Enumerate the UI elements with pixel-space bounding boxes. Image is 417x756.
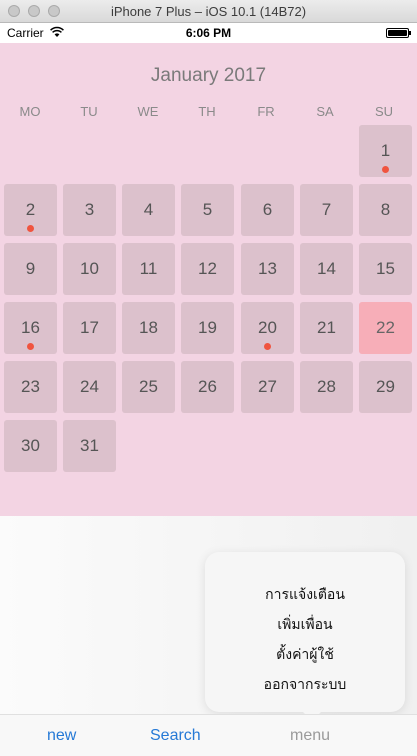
day-number: 28 [317, 377, 336, 396]
weekday-label: SU [374, 104, 394, 119]
day-number: 14 [317, 259, 336, 278]
calendar-day[interactable]: 6 [241, 184, 294, 236]
calendar-day[interactable]: 21 [300, 302, 353, 354]
calendar-day[interactable]: 17 [63, 302, 116, 354]
day-number: 16 [21, 318, 40, 337]
calendar-day[interactable]: 19 [181, 302, 234, 354]
status-bar: Carrier 6:06 PM [0, 23, 417, 43]
calendar-day-selected[interactable]: 22 [359, 302, 412, 354]
calendar-day[interactable]: 23 [4, 361, 57, 413]
day-number: 18 [139, 318, 158, 337]
weekday-label: MO [19, 104, 41, 119]
day-number: 19 [198, 318, 217, 337]
weekday-label: TU [80, 104, 98, 119]
tab-bar: new Search menu [0, 714, 417, 756]
day-number: 12 [198, 259, 217, 278]
calendar-day[interactable]: 15 [359, 243, 412, 295]
day-number: 10 [80, 259, 99, 278]
tab-menu[interactable]: menu [290, 727, 330, 745]
battery-icon [386, 28, 411, 38]
day-number: 29 [376, 377, 395, 396]
calendar-day[interactable]: 7 [300, 184, 353, 236]
weekday-label: TH [198, 104, 216, 119]
day-number: 26 [198, 377, 217, 396]
day-number: 3 [84, 200, 95, 219]
event-dot [26, 225, 34, 232]
calendar-day[interactable]: 8 [359, 184, 412, 236]
calendar-day[interactable]: 3 [63, 184, 116, 236]
status-time: 6:06 PM [185, 26, 232, 40]
calendar-day[interactable]: 13 [241, 243, 294, 295]
calendar-day[interactable]: 18 [122, 302, 175, 354]
day-number: 8 [380, 200, 391, 219]
calendar-day[interactable]: 4 [122, 184, 175, 236]
window-title: iPhone 7 Plus – iOS 10.1 (14B72) [110, 4, 307, 19]
day-number: 24 [80, 377, 99, 396]
menu-item-user-settings[interactable]: ตั้งค่าผู้ใช้ [205, 639, 405, 669]
calendar-day[interactable]: 27 [241, 361, 294, 413]
calendar-day[interactable]: 16 [4, 302, 57, 354]
calendar-day[interactable]: 5 [181, 184, 234, 236]
weekday-label: SA [316, 104, 334, 119]
menu-popover: การแจ้งเตือน เพิ่มเพื่อน ตั้งค่าผู้ใช้ อ… [205, 552, 405, 712]
calendar-day[interactable]: 1 [359, 125, 412, 177]
event-dot [26, 343, 34, 350]
calendar-day[interactable]: 10 [63, 243, 116, 295]
calendar-day[interactable]: 24 [63, 361, 116, 413]
day-number: 13 [258, 259, 277, 278]
day-number: 21 [317, 318, 336, 337]
weekday-label: FR [257, 104, 275, 119]
weekday-label: WE [137, 104, 159, 119]
calendar-day[interactable]: 28 [300, 361, 353, 413]
day-number: 5 [202, 200, 213, 219]
menu-item-logout[interactable]: ออกจากระบบ [205, 669, 405, 699]
day-number: 20 [258, 318, 277, 337]
day-number: 2 [25, 200, 36, 219]
tab-new[interactable]: new [47, 727, 76, 745]
calendar-day[interactable]: 29 [359, 361, 412, 413]
day-number: 31 [80, 436, 99, 455]
calendar-day[interactable]: 14 [300, 243, 353, 295]
calendar-day[interactable]: 25 [122, 361, 175, 413]
tab-search[interactable]: Search [150, 727, 201, 745]
day-number: 7 [321, 200, 332, 219]
calendar-day[interactable]: 20 [241, 302, 294, 354]
calendar-day[interactable]: 9 [4, 243, 57, 295]
simulator-title-bar: iPhone 7 Plus – iOS 10.1 (14B72) [0, 0, 417, 23]
calendar-day[interactable]: 30 [4, 420, 57, 472]
calendar-day[interactable]: 26 [181, 361, 234, 413]
calendar-view: January 2017 MO TU WE TH FR SA SU 1 2 3 … [0, 43, 417, 516]
day-number: 6 [262, 200, 273, 219]
day-number: 22 [376, 318, 395, 337]
menu-item-add-friend[interactable]: เพิ่มเพื่อน [205, 609, 405, 639]
event-dot [263, 343, 271, 350]
menu-item-notifications[interactable]: การแจ้งเตือน [205, 579, 405, 609]
event-dot [381, 166, 389, 173]
day-number: 25 [139, 377, 158, 396]
day-number: 30 [21, 436, 40, 455]
calendar-day[interactable]: 12 [181, 243, 234, 295]
day-number: 17 [80, 318, 99, 337]
day-number: 11 [139, 259, 158, 278]
calendar-day[interactable]: 11 [122, 243, 175, 295]
day-number: 15 [376, 259, 395, 278]
calendar-day[interactable]: 2 [4, 184, 57, 236]
day-number: 1 [380, 141, 391, 160]
day-number: 4 [143, 200, 154, 219]
day-number: 23 [21, 377, 40, 396]
calendar-day[interactable]: 31 [63, 420, 116, 472]
day-number: 9 [25, 259, 36, 278]
month-title: January 2017 [150, 65, 267, 86]
day-number: 27 [258, 377, 277, 396]
